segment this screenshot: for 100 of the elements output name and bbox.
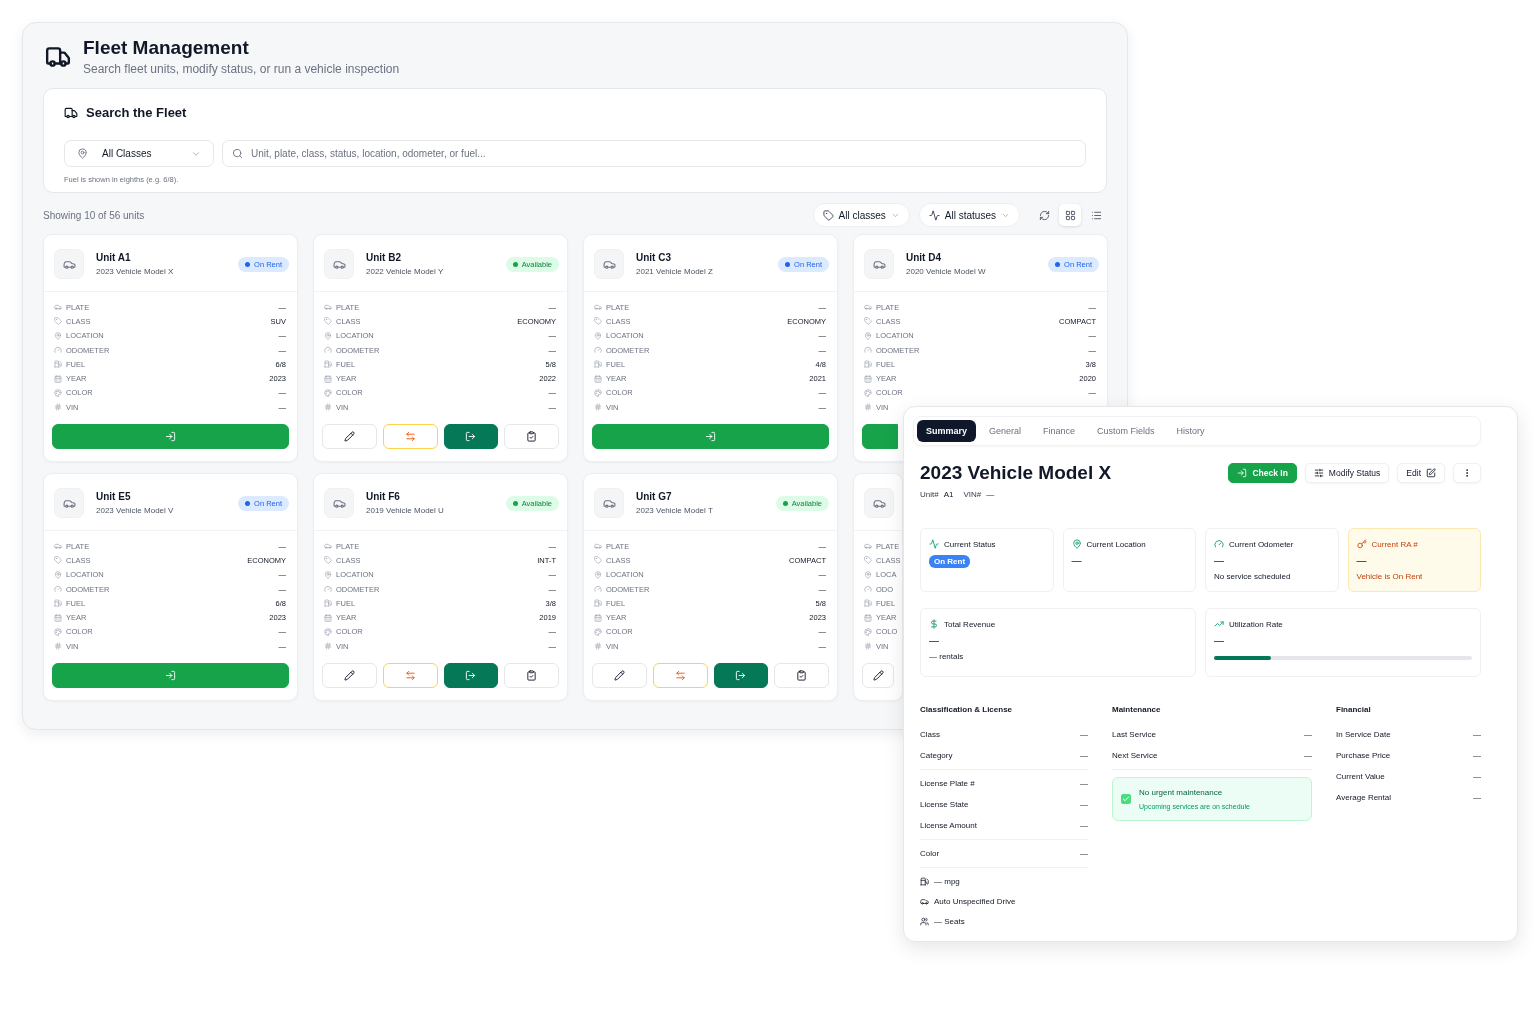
login-icon xyxy=(165,670,176,682)
field-icon xyxy=(54,317,62,326)
field-icon xyxy=(54,542,62,551)
detail-value: — xyxy=(1473,793,1481,802)
tab[interactable]: Summary xyxy=(917,420,977,442)
detail-label: In Service Date xyxy=(1336,730,1391,739)
spec-icon xyxy=(920,896,929,906)
detail-value: — xyxy=(1080,779,1088,788)
spec-icon xyxy=(920,916,929,926)
unit-title: Unit B2 xyxy=(366,252,402,263)
more-button[interactable] xyxy=(1453,463,1481,483)
tab[interactable]: History xyxy=(1167,420,1214,442)
metric-note: — rentals xyxy=(929,652,965,661)
spec-text: Auto Unspecified Drive xyxy=(934,896,1016,906)
map-pin-icon xyxy=(77,148,88,159)
section-title: Financial xyxy=(1336,705,1372,714)
modify-status-button[interactable]: Modify Status xyxy=(1304,463,1390,483)
field-icon xyxy=(864,642,872,651)
check-in-button[interactable] xyxy=(52,663,289,689)
inspect-button[interactable] xyxy=(504,424,559,450)
stat-label: Current RA # xyxy=(1371,539,1418,549)
detail-value: — xyxy=(1304,751,1312,760)
field-icon xyxy=(594,303,602,312)
field-icon xyxy=(594,317,602,326)
edit-button[interactable]: Edit xyxy=(1397,463,1445,483)
inspect-button[interactable] xyxy=(504,663,559,689)
pen-square-icon xyxy=(1426,468,1436,478)
detail-label: Color xyxy=(920,849,940,858)
tab[interactable]: Finance xyxy=(1034,420,1085,442)
detail-value: — xyxy=(1473,751,1481,760)
sliders-icon xyxy=(1313,468,1324,478)
field-icon xyxy=(594,613,602,622)
field-icon xyxy=(54,599,62,608)
edit-button[interactable] xyxy=(862,663,894,689)
tab[interactable]: General xyxy=(980,420,1031,442)
check-out-button[interactable] xyxy=(443,424,499,450)
inspect-button[interactable] xyxy=(774,663,829,689)
detail-label: Average Rental xyxy=(1336,793,1391,802)
check-out-button[interactable] xyxy=(443,663,499,689)
field-icon xyxy=(324,388,332,397)
unit-model: 2021 Vehicle Model Z xyxy=(636,267,714,276)
field-icon xyxy=(324,346,332,355)
field-icon xyxy=(54,556,62,565)
metric-label: Utilization Rate xyxy=(1229,619,1283,629)
truck-icon xyxy=(64,105,78,120)
check-in-button[interactable] xyxy=(52,424,289,450)
car-icon xyxy=(54,488,84,518)
detail-label: Current Value xyxy=(1336,772,1385,781)
unit-title: Unit D4 xyxy=(906,252,942,263)
stat-label: Current Odometer xyxy=(1229,539,1294,549)
unit-title: Unit G7 xyxy=(636,491,673,502)
grid-view-button[interactable] xyxy=(1059,204,1081,226)
unit-title: Unit F6 xyxy=(366,491,401,502)
field-icon xyxy=(594,585,602,594)
field-icon xyxy=(864,317,872,326)
detail-label: License State xyxy=(920,800,969,809)
meta-label: VIN# xyxy=(963,490,982,499)
field-icon xyxy=(594,374,602,383)
stat-icon xyxy=(1214,539,1224,549)
check-in-button[interactable] xyxy=(592,424,829,450)
stat-label: Current Location xyxy=(1086,539,1146,549)
metric-value: — xyxy=(929,635,940,646)
field-icon xyxy=(324,542,332,551)
field-icon xyxy=(324,331,332,340)
detail-label: Last Service xyxy=(1112,730,1157,739)
car-icon xyxy=(324,249,354,279)
field-icon xyxy=(324,570,332,579)
check-out-button[interactable] xyxy=(713,663,769,689)
field-icon xyxy=(54,303,62,312)
field-icon xyxy=(54,627,62,636)
filter-dropdown[interactable]: All statuses xyxy=(918,203,1020,227)
unit-model: 2020 Vehicle Model W xyxy=(906,267,987,276)
meta-label: Unit# xyxy=(920,490,939,499)
stat-icon xyxy=(1356,539,1367,549)
tab[interactable]: Custom Fields xyxy=(1088,420,1164,442)
field-icon xyxy=(864,403,872,412)
refresh-icon xyxy=(1038,209,1050,221)
filter-dropdown[interactable]: All classes xyxy=(812,203,910,227)
detail-value: — xyxy=(1080,849,1088,858)
unit-title: Unit C3 xyxy=(636,252,672,263)
field-icon xyxy=(324,613,332,622)
field-icon xyxy=(864,599,872,608)
field-icon xyxy=(54,360,62,369)
search-field[interactable]: Unit, plate, class, status, location, odometer, or fuel... xyxy=(222,140,1086,167)
pencil-icon xyxy=(872,670,884,682)
unit-model: 2022 Vehicle Model Y xyxy=(366,267,445,276)
field-icon xyxy=(54,388,62,397)
activity-icon xyxy=(928,209,940,221)
section-title: Search the Fleet xyxy=(86,105,187,120)
detail-value: — xyxy=(1080,821,1088,830)
login-icon xyxy=(705,431,716,443)
clipboard-check-icon xyxy=(526,431,538,443)
field-icon xyxy=(864,388,872,397)
field-icon xyxy=(594,599,602,608)
class-select[interactable]: All Classes xyxy=(64,140,214,167)
car-icon xyxy=(864,249,894,279)
result-count: Showing 10 of 56 units xyxy=(43,209,146,221)
field-icon xyxy=(864,556,872,565)
check-in-button[interactable] xyxy=(862,424,898,450)
detail-label: Category xyxy=(920,751,953,760)
